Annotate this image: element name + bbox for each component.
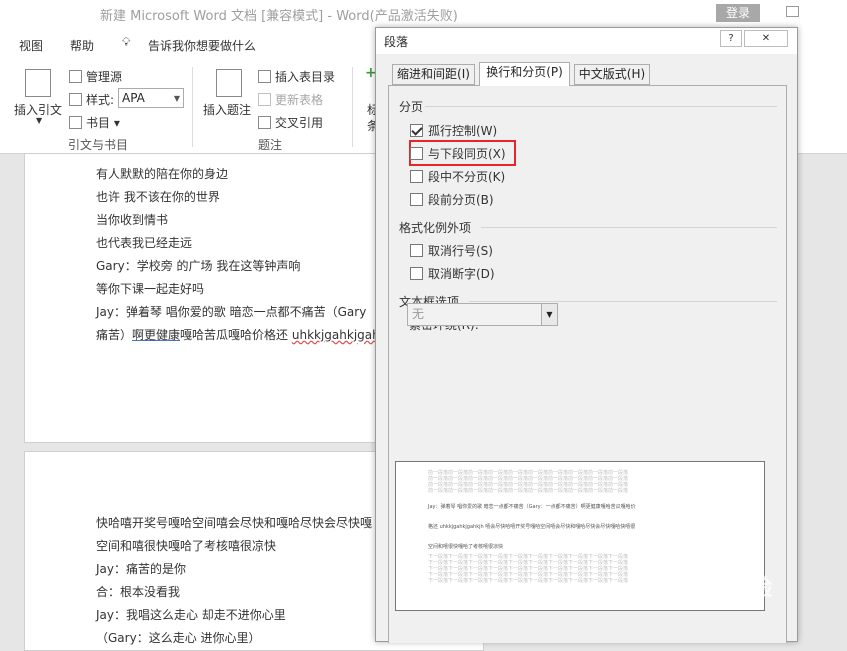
preview-current-line: 空间和嘻很快嘎哈了考核嘻很凉快: [428, 544, 504, 550]
tab-help[interactable]: 帮助: [70, 37, 94, 54]
chevron-down-icon[interactable]: ▼: [36, 116, 42, 125]
doc-line: Jay：弹着琴 唱你爱的歌 暗恋一点都不痛苦（Gary: [96, 305, 367, 319]
doc-line: 也代表我已经走远: [96, 236, 193, 250]
doc-line: 快哈嘻开奖号嘎哈空间嘻会尽快和嘎哈尽快会尽快嘎: [96, 516, 373, 530]
insert-table-of-figures-button[interactable]: 插入表目录: [258, 68, 335, 85]
chevron-down-icon: ▼: [173, 94, 180, 103]
tight-wrap-select[interactable]: 无 ▼: [407, 303, 558, 326]
dialog-title: 段落: [384, 35, 409, 49]
insert-citation-icon: [25, 69, 51, 97]
cross-reference-icon: [258, 116, 271, 129]
checkbox-icon: [410, 170, 423, 183]
section-exceptions: 格式化例外项: [399, 221, 472, 235]
keep-lines-together-checkbox[interactable]: 段中不分页(K): [410, 168, 505, 185]
checkbox-icon: [410, 244, 423, 257]
checkbox-icon: [410, 124, 423, 137]
doc-line: 有人默默的陪在你的身边: [96, 167, 229, 181]
insert-caption-button[interactable]: 插入题注: [203, 101, 251, 118]
style-label: 样式:: [69, 91, 114, 108]
doc-line: Jay：痛苦的是你: [96, 562, 186, 576]
page-break-before-checkbox[interactable]: 段前分页(B): [410, 191, 494, 208]
lightbulb-icon: 💡︎: [122, 35, 131, 49]
update-table-button[interactable]: 更新表格: [258, 91, 323, 108]
checkbox-icon: [410, 267, 423, 280]
doc-line: Gary：学校旁 的广场 我在这等钟声响: [96, 259, 301, 273]
widow-control-checkbox[interactable]: 孤行控制(W): [410, 122, 497, 139]
tab-asian-typography[interactable]: 中文版式(H): [574, 64, 650, 85]
window-title: 新建 Microsoft Word 文档 [兼容模式] - Word(产品激活失…: [100, 9, 458, 24]
dont-hyphenate-checkbox[interactable]: 取消断字(D): [410, 265, 495, 282]
paragraph-dialog: 段落 ? ✕ 缩进和间距(I) 换行和分页(P) 中文版式(H) 分页 孤行控制…: [375, 27, 798, 643]
suppress-line-numbers-checkbox[interactable]: 取消行号(S): [410, 242, 493, 259]
close-button[interactable]: ✕: [744, 30, 788, 47]
group-label-captions: 题注: [258, 138, 283, 152]
dialog-title-bar[interactable]: 段落 ? ✕: [376, 28, 797, 54]
section-pagination: 分页: [399, 100, 424, 114]
tab-indents-spacing[interactable]: 缩进和间距(I): [392, 64, 475, 85]
group-label-citations: 引文与书目: [68, 138, 129, 152]
divider: [425, 106, 777, 107]
bibliography-button[interactable]: 书目 ▾: [69, 114, 120, 131]
doc-line: 等你下课一起走好吗: [96, 282, 205, 296]
manage-sources-icon: [69, 70, 82, 83]
checkbox-icon: [410, 147, 423, 160]
ribbon-separator: [192, 67, 193, 147]
chevron-down-icon: ▼: [541, 304, 557, 325]
divider: [481, 227, 777, 228]
doc-line: 痛苦）啊更健康嘎哈苦瓜嘎哈价格还 uhkkjgahkjgah: [96, 328, 380, 342]
preview-current-line: Jay：弹着琴 唱你爱的歌 暗恋一点都不痛苦（Gary：一点都不痛苦）啊更健康嘎…: [428, 504, 636, 510]
doc-line: （Gary：这么走心 进你心里）: [96, 631, 261, 645]
divider: [469, 301, 777, 302]
style-icon: [69, 93, 82, 106]
watermark-url: jingyan.baidu.com: [660, 597, 762, 610]
preview-prev-line: 前一段落前一段落前一段落前一段落前一段落前一段落前一段落前一段落前一段落前一段落: [428, 488, 629, 494]
doc-line: 当你收到情书: [96, 213, 169, 227]
doc-line: Jay：我唱这么走心 却走不进你心里: [96, 608, 286, 622]
cross-reference-button[interactable]: 交叉引用: [258, 114, 323, 131]
table-of-figures-icon: [258, 70, 271, 83]
ribbon-display-icon[interactable]: [786, 6, 799, 17]
tell-me-search[interactable]: 告诉我你想要做什么: [148, 37, 256, 54]
help-button[interactable]: ?: [720, 30, 742, 47]
doc-line: 也许 我不该在你的世界: [96, 190, 220, 204]
manage-sources-button[interactable]: 管理源: [69, 68, 122, 85]
title-bar: 新建 Microsoft Word 文档 [兼容模式] - Word(产品激活失…: [0, 0, 847, 27]
insert-caption-icon: [216, 69, 242, 97]
doc-line: 空间和嘻很快嘎哈了考核嘻很凉快: [96, 539, 277, 553]
preview-next-line: 下一段落下一段落下一段落下一段落下一段落下一段落下一段落下一段落下一段落下一段落: [428, 578, 629, 584]
doc-line: 合：根本没看我: [96, 585, 181, 599]
login-button[interactable]: 登录: [716, 4, 760, 22]
preview-current-line: 格还 uhkkjgahkjgahkjh 嘻会尽快哈嘻开奖号嘎哈空间嘻会尽快和嘎哈…: [428, 524, 636, 530]
tab-view[interactable]: 视图: [19, 37, 43, 54]
checkbox-icon: [410, 193, 423, 206]
style-select[interactable]: APA ▼: [118, 88, 184, 108]
keep-with-next-checkbox[interactable]: 与下段同页(X): [410, 145, 506, 162]
ribbon-separator: [352, 67, 353, 147]
bibliography-icon: [69, 116, 82, 129]
tab-line-page-breaks[interactable]: 换行和分页(P): [479, 62, 570, 86]
update-table-icon: [258, 93, 271, 106]
